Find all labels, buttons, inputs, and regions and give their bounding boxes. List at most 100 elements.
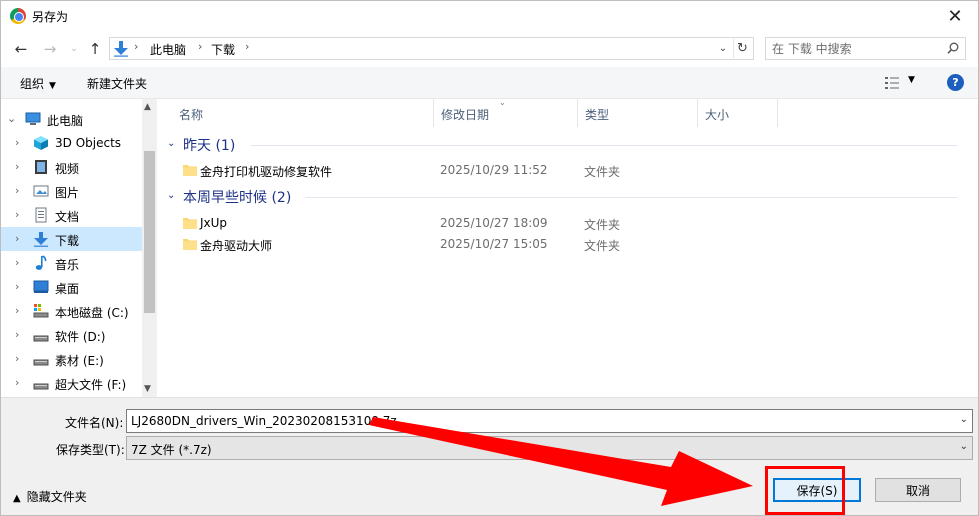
filename-label: 文件名(N): — [65, 416, 124, 430]
folder-icon — [183, 239, 197, 250]
filename-input[interactable] — [131, 413, 931, 429]
scrollbar-thumb[interactable] — [144, 151, 155, 313]
sidebar-item-label: 桌面 — [55, 282, 80, 296]
video-icon — [35, 160, 47, 174]
organize-label: 组织 — [20, 77, 45, 91]
chevron-right-icon[interactable]: › — [15, 256, 19, 269]
column-header-name[interactable]: 名称 — [172, 99, 434, 127]
refresh-icon[interactable]: ↻ — [733, 39, 751, 58]
forward-arrow-icon[interactable]: → — [39, 38, 61, 60]
annotation-highlight-box — [765, 466, 845, 515]
file-name: 金舟驱动大师 — [200, 239, 273, 253]
computer-icon — [25, 112, 41, 125]
chevron-right-icon[interactable]: › — [15, 208, 19, 221]
search-icon[interactable] — [947, 42, 959, 54]
chevron-down-icon[interactable]: ⌄ — [167, 138, 175, 149]
folder-icon — [183, 165, 197, 176]
column-header-size[interactable]: 大小 — [698, 99, 778, 127]
column-header-type[interactable]: 类型 — [578, 99, 698, 127]
column-header-label: 类型 — [585, 108, 610, 122]
chevron-right-icon[interactable]: › — [15, 136, 19, 149]
group-header-earlier-this-week[interactable]: ⌄ 本周早些时候 (2) — [167, 187, 957, 207]
close-button[interactable]: ✕ — [932, 1, 978, 32]
breadcrumb-separator: › — [198, 40, 203, 53]
chevron-right-icon[interactable]: › — [15, 280, 19, 293]
sidebar-item-drive-f[interactable]: › 超大文件 (F:) — [1, 371, 142, 395]
chevron-right-icon[interactable]: › — [15, 328, 19, 341]
sidebar-item-drive-d[interactable]: › 软件 (D:) — [1, 323, 142, 347]
organize-button[interactable]: 组织 ▼ — [20, 75, 56, 92]
up-arrow-icon[interactable]: ↑ — [84, 38, 106, 60]
recent-locations-chevron-icon[interactable]: ⌄ — [63, 38, 85, 60]
cancel-button[interactable]: 取消 — [875, 478, 961, 502]
chevron-down-icon[interactable]: ⌄ — [7, 112, 16, 125]
sidebar-item-label: 素材 (E:) — [55, 354, 104, 368]
filetype-selected-value: 7Z 文件 (*.7z) — [131, 443, 212, 457]
chevron-right-icon[interactable]: › — [15, 352, 19, 365]
file-row[interactable]: 金舟打印机驱动修复软件 2025/10/29 11:52 文件夹 — [173, 160, 963, 180]
download-icon — [34, 232, 48, 247]
breadcrumb-downloads[interactable]: 下载 — [211, 41, 235, 58]
search-box[interactable] — [765, 37, 966, 60]
group-header-yesterday[interactable]: ⌄ 昨天 (1) — [167, 135, 957, 155]
desktop-icon — [33, 280, 49, 293]
sidebar-item-pictures[interactable]: › 图片 — [1, 179, 142, 203]
sidebar-item-this-pc[interactable]: ⌄ 此电脑 — [1, 107, 142, 131]
hide-folders-label: 隐藏文件夹 — [26, 490, 87, 504]
file-name: 金舟打印机驱动修复软件 — [200, 165, 333, 179]
filename-field[interactable]: ⌄ — [126, 409, 973, 433]
column-header-date[interactable]: 修改日期 — [434, 99, 578, 127]
group-divider — [251, 145, 957, 146]
help-icon[interactable]: ? — [947, 74, 964, 91]
chevron-right-icon[interactable]: › — [15, 184, 19, 197]
group-divider — [305, 197, 957, 198]
scroll-up-icon[interactable]: ▲ — [144, 102, 151, 112]
navigation-scrollbar[interactable]: ▲ ▼ — [142, 99, 157, 397]
sidebar-item-label: 下载 — [55, 234, 80, 248]
sidebar-item-label: 此电脑 — [47, 114, 84, 128]
sidebar-item-3d-objects[interactable]: › 3D Objects — [1, 131, 142, 155]
file-type: 文件夹 — [584, 165, 621, 179]
sidebar-item-music[interactable]: › 音乐 — [1, 251, 142, 275]
address-bar[interactable]: › 此电脑 › 下载 › ⌄ ↻ — [109, 37, 754, 60]
file-row[interactable]: JxUp 2025/10/27 18:09 文件夹 — [173, 213, 963, 233]
save-as-dialog: 另存为 ✕ ← → ⌄ ↑ › 此电脑 › 下载 › ⌄ ↻ 组织 ▼ 新建文件夹 — [0, 0, 979, 516]
chevron-down-icon[interactable]: ⌄ — [167, 190, 175, 201]
chevron-right-icon[interactable]: › — [15, 304, 19, 317]
new-folder-button[interactable]: 新建文件夹 — [87, 75, 147, 92]
local-disk-icon — [33, 304, 49, 318]
file-list: 名称 ⌄ 修改日期 类型 大小 ⌄ 昨天 (1) 金舟打印机驱动修复软件 202… — [159, 98, 978, 397]
column-header-label: 名称 — [179, 108, 204, 122]
sidebar-item-videos[interactable]: › 视频 — [1, 155, 142, 179]
chevron-down-icon[interactable]: ⌄ — [960, 441, 968, 452]
chevron-down-icon[interactable]: ⌄ — [960, 414, 968, 425]
music-icon — [35, 255, 47, 270]
sidebar-item-downloads[interactable]: › 下载 — [1, 227, 142, 251]
file-row[interactable]: 金舟驱动大师 2025/10/27 15:05 文件夹 — [173, 234, 963, 254]
sidebar-item-desktop[interactable]: › 桌面 — [1, 275, 142, 299]
chevron-right-icon[interactable]: › — [15, 160, 19, 173]
file-name: JxUp — [200, 216, 228, 230]
breadcrumb-this-pc[interactable]: 此电脑 — [150, 41, 186, 58]
scroll-down-icon[interactable]: ▼ — [144, 384, 151, 394]
sidebar-item-drive-e[interactable]: › 素材 (E:) — [1, 347, 142, 371]
title-bar: 另存为 ✕ — [1, 1, 978, 32]
sidebar-item-label: 文档 — [55, 210, 80, 224]
search-input[interactable] — [772, 40, 937, 57]
sidebar-item-label: 音乐 — [55, 258, 80, 272]
address-history-chevron-icon[interactable]: ⌄ — [715, 39, 731, 58]
sidebar-item-documents[interactable]: › 文档 — [1, 203, 142, 227]
chevron-right-icon[interactable]: › — [15, 376, 19, 389]
chevron-right-icon[interactable]: › — [15, 232, 19, 245]
navigation-pane: ⌄ 此电脑 › 3D Objects › 视频 › 图片 › 文档 › 下载 ›… — [1, 99, 157, 397]
caret-down-icon: ▼ — [49, 81, 56, 91]
view-options-icon[interactable] — [884, 76, 900, 90]
hide-folders-toggle[interactable]: ▲ 隐藏文件夹 — [13, 488, 87, 505]
back-arrow-icon[interactable]: ← — [10, 38, 32, 60]
documents-icon — [35, 207, 47, 223]
breadcrumb-separator: › — [245, 40, 250, 53]
view-dropdown-icon[interactable]: ▼ — [908, 75, 915, 85]
download-icon — [114, 41, 128, 57]
sidebar-item-local-disk-c[interactable]: › 本地磁盘 (C:) — [1, 299, 142, 323]
filetype-select[interactable]: 7Z 文件 (*.7z) ⌄ — [126, 436, 973, 460]
